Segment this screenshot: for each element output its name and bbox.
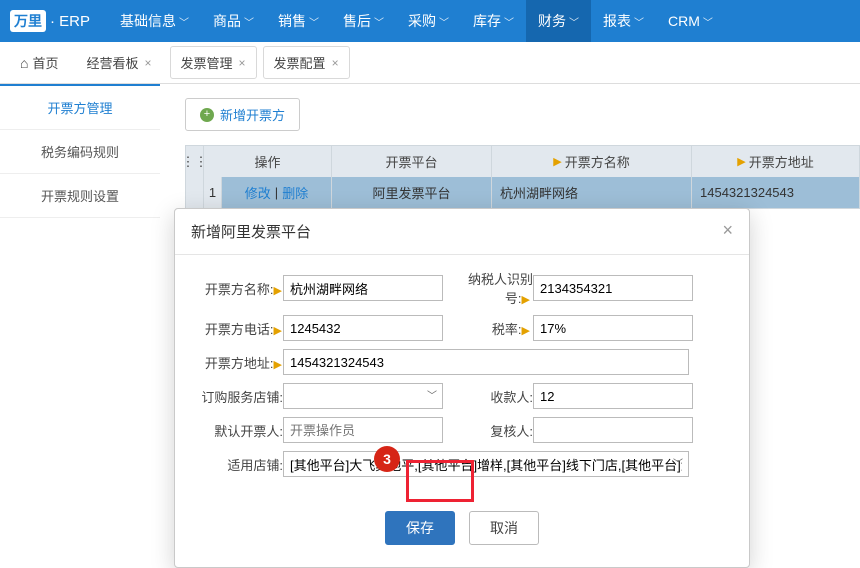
- col-name: ▶开票方名称: [492, 146, 692, 177]
- close-icon[interactable]: ×: [239, 56, 246, 70]
- label-payee: 收款人:: [443, 387, 533, 406]
- nav-crm[interactable]: CRM﹀: [656, 0, 725, 42]
- modal-footer: 保存 取消: [175, 493, 749, 567]
- arrow-right-icon: ▶: [274, 359, 282, 371]
- sidenav-tax-code-rules[interactable]: 税务编码规则: [0, 130, 160, 174]
- brand: 万里 · ERP: [10, 10, 108, 32]
- arrow-right-icon: ▶: [274, 285, 282, 297]
- cancel-button[interactable]: 取消: [469, 511, 539, 545]
- chevron-down-icon: ﹀: [374, 14, 384, 29]
- row-addr: 1454321324543: [692, 177, 859, 208]
- table-row[interactable]: 1 修改 | 删除 阿里发票平台 杭州湖畔网络 1454321324543: [186, 177, 859, 208]
- sidenav-issuer-manage[interactable]: 开票方管理: [0, 84, 160, 130]
- close-icon[interactable]: ×: [145, 56, 152, 70]
- row-index: 1: [204, 177, 222, 208]
- chevron-down-icon: ﹀: [504, 14, 514, 29]
- tab-invoice-manage[interactable]: 发票管理×: [170, 46, 257, 79]
- row-index-drag: [186, 177, 204, 208]
- delete-link[interactable]: 删除: [282, 183, 308, 202]
- tab-dashboard[interactable]: 经营看板×: [74, 45, 163, 80]
- issuer-table: ⋮⋮ 操作 开票平台 ▶开票方名称 ▶开票方地址 1 修改 | 删除 阿里发票平…: [185, 145, 860, 209]
- taxid-field[interactable]: [533, 275, 693, 301]
- nav-basic-info[interactable]: 基础信息﹀: [108, 0, 201, 42]
- nav-finance[interactable]: 财务﹀: [526, 0, 591, 42]
- nav-aftersales[interactable]: 售后﹀: [331, 0, 396, 42]
- brand-logo: 万里: [10, 10, 46, 32]
- label-taxid: 纳税人识别号:▶: [443, 269, 533, 307]
- chevron-down-icon: ﹀: [309, 14, 319, 29]
- chevron-down-icon: ﹀: [634, 14, 644, 29]
- label-issuer: 默认开票人:: [195, 421, 283, 440]
- addr-field[interactable]: [283, 349, 689, 375]
- col-drag: ⋮⋮: [186, 146, 204, 177]
- phone-field[interactable]: [283, 315, 443, 341]
- nav-inventory[interactable]: 库存﹀: [461, 0, 526, 42]
- rate-field[interactable]: [533, 315, 693, 341]
- row-name: 杭州湖畔网络: [492, 177, 692, 208]
- chevron-down-icon: ﹀: [569, 14, 579, 29]
- close-icon[interactable]: ×: [332, 56, 339, 70]
- col-operation: 操作: [204, 146, 332, 177]
- tab-bar: ⌂ 首页 经营看板× 发票管理× 发票配置×: [0, 42, 860, 84]
- table-header: ⋮⋮ 操作 开票平台 ▶开票方名称 ▶开票方地址: [186, 146, 859, 177]
- arrow-right-icon: ▶: [553, 155, 561, 168]
- applicable-select[interactable]: [283, 451, 689, 477]
- annotation-step-badge: 3: [374, 446, 400, 472]
- label-reviewer: 复核人:: [443, 421, 533, 440]
- tab-invoice-config[interactable]: 发票配置×: [263, 46, 350, 79]
- add-issuer-button[interactable]: + 新增开票方: [185, 98, 300, 131]
- col-addr: ▶开票方地址: [692, 146, 859, 177]
- label-shop: 订购服务店铺:: [195, 387, 283, 406]
- nav-product[interactable]: 商品﹀: [201, 0, 266, 42]
- arrow-right-icon: ▶: [522, 294, 530, 306]
- name-field[interactable]: [283, 275, 443, 301]
- content: + 新增开票方 ⋮⋮ 操作 开票平台 ▶开票方名称 ▶开票方地址 1 修改 | …: [160, 84, 860, 218]
- label-name: 开票方名称:▶: [195, 279, 283, 298]
- top-nav: 万里 · ERP 基础信息﹀ 商品﹀ 销售﹀ 售后﹀ 采购﹀ 库存﹀ 财务﹀ 报…: [0, 0, 860, 42]
- sidenav-invoice-rules[interactable]: 开票规则设置: [0, 174, 160, 218]
- chevron-down-icon: ﹀: [179, 14, 189, 29]
- plus-icon: +: [200, 108, 214, 122]
- payee-field[interactable]: [533, 383, 693, 409]
- label-addr: 开票方地址:▶: [195, 353, 283, 372]
- issuer-field[interactable]: [283, 417, 443, 443]
- nav-report[interactable]: 报表﹀: [591, 0, 656, 42]
- chevron-down-icon: ﹀: [439, 14, 449, 29]
- home-icon: ⌂: [20, 55, 28, 71]
- label-applicable: 适用店铺:: [195, 455, 283, 474]
- shop-select[interactable]: [283, 383, 443, 409]
- modal-title: 新增阿里发票平台: [191, 221, 311, 242]
- arrow-right-icon: ▶: [737, 155, 745, 168]
- arrow-right-icon: ▶: [274, 325, 282, 337]
- row-platform: 阿里发票平台: [332, 177, 492, 208]
- modal-header: 新增阿里发票平台 ×: [175, 209, 749, 255]
- add-issuer-modal: 新增阿里发票平台 × 开票方名称:▶ 纳税人识别号:▶ 开票方电话:▶ 税率:▶…: [174, 208, 750, 568]
- label-rate: 税率:▶: [443, 319, 533, 338]
- arrow-right-icon: ▶: [522, 325, 530, 337]
- close-icon[interactable]: ×: [722, 221, 733, 242]
- edit-link[interactable]: 修改: [245, 183, 271, 202]
- col-platform: 开票平台: [332, 146, 492, 177]
- side-nav: 开票方管理 税务编码规则 开票规则设置: [0, 84, 160, 218]
- main: 开票方管理 税务编码规则 开票规则设置 + 新增开票方 ⋮⋮ 操作 开票平台 ▶…: [0, 84, 860, 218]
- save-button[interactable]: 保存: [385, 511, 455, 545]
- nav-sales[interactable]: 销售﹀: [266, 0, 331, 42]
- brand-suffix: · ERP: [50, 13, 90, 30]
- row-op: 修改 | 删除: [222, 177, 332, 208]
- top-nav-items: 基础信息﹀ 商品﹀ 销售﹀ 售后﹀ 采购﹀ 库存﹀ 财务﹀ 报表﹀ CRM﹀: [108, 0, 725, 42]
- reviewer-field[interactable]: [533, 417, 693, 443]
- chevron-down-icon: ﹀: [703, 14, 713, 29]
- chevron-down-icon: ﹀: [244, 14, 254, 29]
- tab-home[interactable]: ⌂ 首页: [10, 47, 68, 78]
- nav-purchase[interactable]: 采购﹀: [396, 0, 461, 42]
- modal-body: 开票方名称:▶ 纳税人识别号:▶ 开票方电话:▶ 税率:▶ 开票方地址:▶ 订购…: [175, 255, 749, 493]
- label-phone: 开票方电话:▶: [195, 319, 283, 338]
